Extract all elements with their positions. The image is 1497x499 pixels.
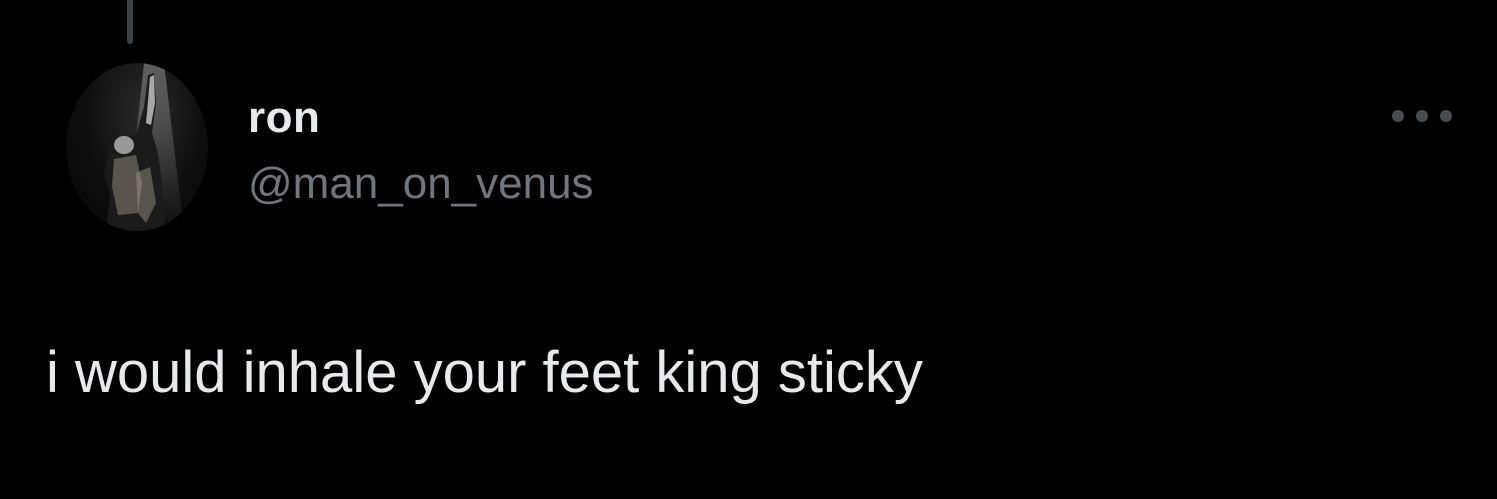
more-horizontal-icon (1392, 110, 1404, 122)
avatar[interactable] (66, 63, 208, 231)
more-horizontal-icon-dot (1416, 110, 1428, 122)
avatar-image (104, 63, 184, 231)
author-info: ron @man_on_venus (248, 92, 594, 210)
user-handle[interactable]: @man_on_venus (248, 158, 594, 210)
more-options-button[interactable] (1392, 104, 1452, 128)
tweet[interactable]: ron @man_on_venus i would inhale your fe… (0, 0, 1497, 499)
tweet-text: i would inhale your feet king sticky (46, 340, 923, 405)
display-name[interactable]: ron (248, 92, 594, 144)
thread-connector-line (127, 0, 133, 44)
more-horizontal-icon-dot (1440, 110, 1452, 122)
